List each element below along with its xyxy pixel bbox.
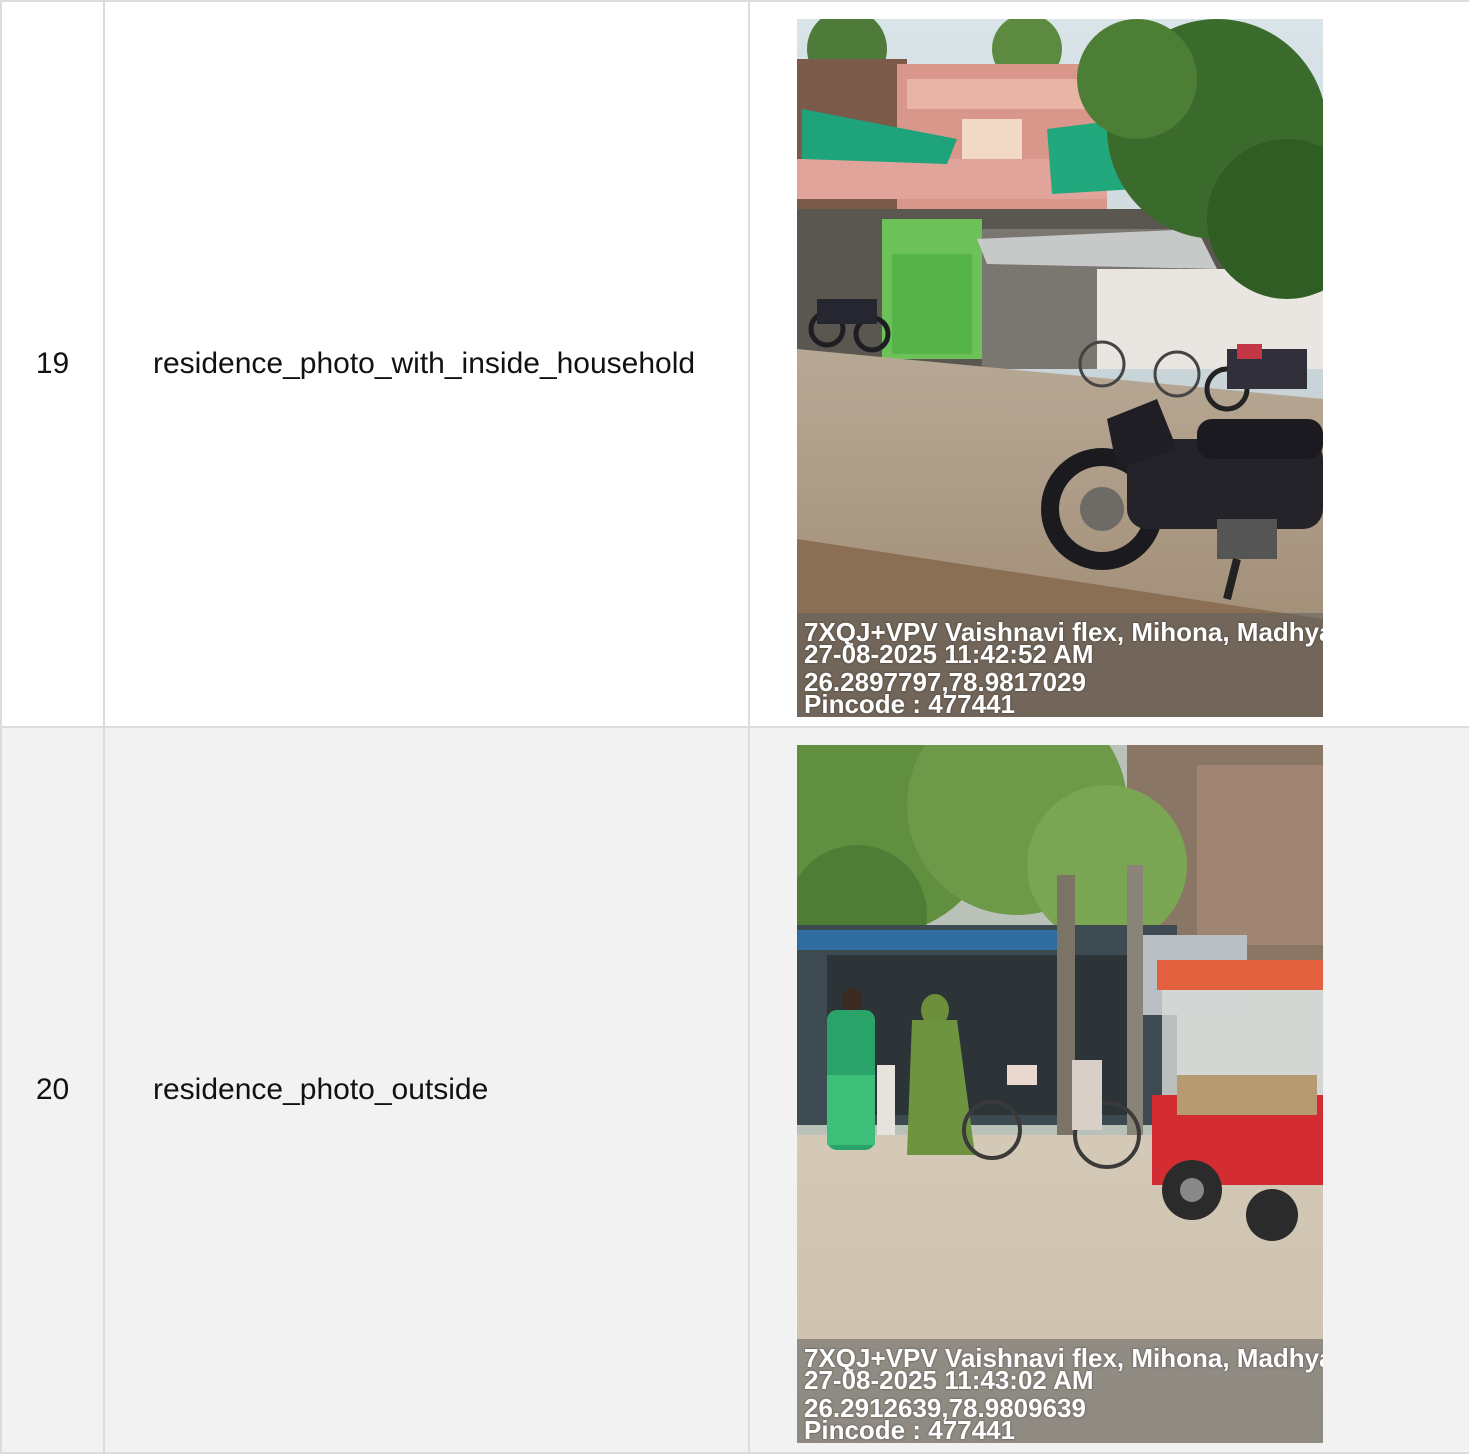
row-label: residence_photo_outside <box>103 726 750 1454</box>
geotag-stamp: 7XQJ+VPV Vaishnavi flex, Mihona, Madhya … <box>797 1339 1323 1443</box>
photo-table: 19 residence_photo_with_inside_household <box>0 0 1469 1454</box>
residence-photo-outside[interactable]: 7XQJ+VPV Vaishnavi flex, Mihona, Madhya … <box>797 745 1323 1443</box>
photo-cell: 7XQJ+VPV Vaishnavi flex, Mihona, Madhya … <box>748 726 1469 1454</box>
residence-photo-inside[interactable]: 7XQJ+VPV Vaishnavi flex, Mihona, Madhya … <box>797 19 1323 717</box>
row-number: 20 <box>0 726 105 1454</box>
table-row: 20 residence_photo_outside 7XQJ+VPV Vais… <box>0 726 1469 1454</box>
table-row: 19 residence_photo_with_inside_household <box>0 0 1469 728</box>
photo-cell: 7XQJ+VPV Vaishnavi flex, Mihona, Madhya … <box>748 0 1469 728</box>
row-label: residence_photo_with_inside_household <box>103 0 750 728</box>
geotag-stamp: 7XQJ+VPV Vaishnavi flex, Mihona, Madhya … <box>797 613 1323 717</box>
row-number: 19 <box>0 0 105 728</box>
